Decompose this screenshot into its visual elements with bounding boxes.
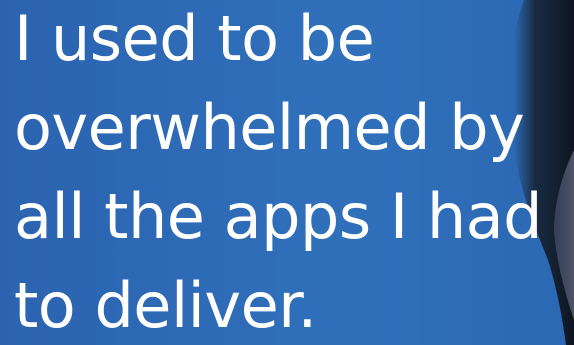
headline-line-1: I used to be	[14, 2, 375, 75]
hero-banner: I used to be overwhelmed by all the apps…	[0, 0, 574, 345]
hero-headline: I used to be overwhelmed by all the apps…	[14, 0, 542, 345]
headline-line-2: overwhelmed by	[14, 91, 525, 164]
headline-line-4: to deliver.	[14, 269, 317, 342]
headline-line-3: all the apps I had	[14, 180, 542, 253]
